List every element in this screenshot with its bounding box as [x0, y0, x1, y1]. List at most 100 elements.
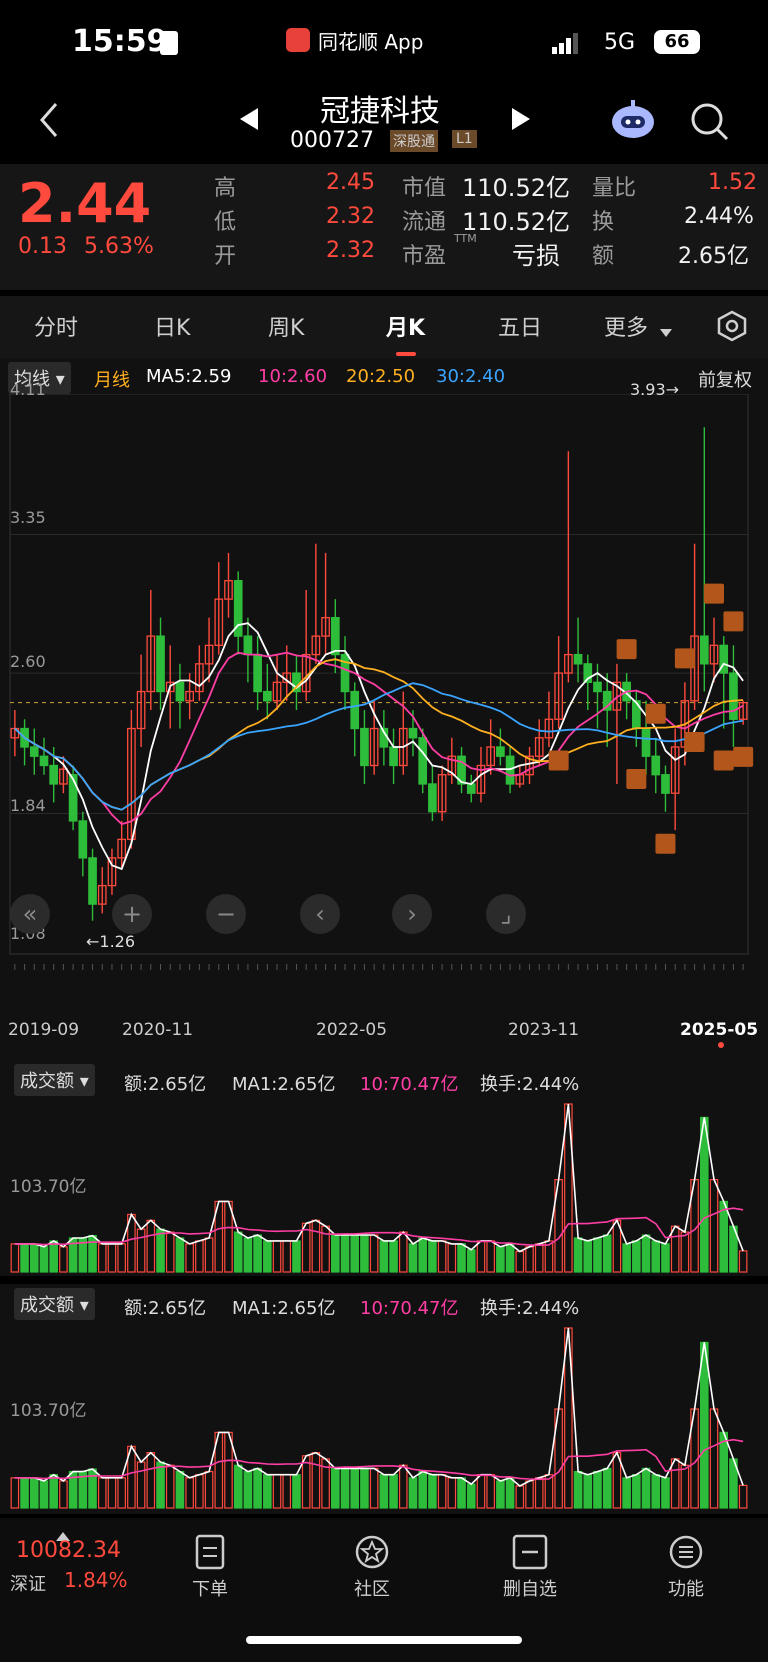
volume-bar: [680, 1231, 690, 1273]
prev-stock-arrow-icon[interactable]: [238, 106, 260, 136]
candle-body: [641, 727, 651, 757]
volume-bar: [738, 1484, 748, 1509]
clock: 15:59: [72, 24, 168, 59]
nav-remove-watchlist-label: 删自选: [503, 1579, 557, 1600]
tab-five-day[interactable]: 五日: [498, 310, 542, 342]
volume-bar: [263, 1474, 272, 1509]
volume-bar: [29, 1477, 39, 1509]
volume-bar: [331, 1234, 340, 1273]
candle-body: [156, 635, 165, 693]
next-stock-arrow-icon[interactable]: [510, 106, 532, 136]
volume-bar: [146, 1219, 156, 1273]
volume-indicator-selector[interactable]: 成交额 ▾: [14, 1288, 95, 1320]
tab-daily-k[interactable]: 日K: [154, 310, 190, 342]
home-indicator: [246, 1636, 522, 1644]
open-label: 开: [214, 244, 237, 269]
volume-bar: [360, 1234, 369, 1273]
pe-value: 亏损: [512, 242, 560, 270]
contact-card-icon: [160, 31, 178, 55]
search-icon[interactable]: [690, 102, 730, 146]
volume-bar: [573, 1470, 583, 1509]
volume-bar: [263, 1240, 272, 1273]
volume-bar: [340, 1234, 350, 1273]
nav-order[interactable]: 下单: [160, 1534, 260, 1601]
tab-monthly-k[interactable]: 月K: [386, 310, 425, 342]
status-bar: 15:59 同花顺 App 5G 66: [0, 0, 768, 80]
collapse-left-icon[interactable]: «: [10, 894, 50, 934]
nav-functions[interactable]: 功能: [636, 1534, 736, 1601]
volume-bar: [593, 1470, 602, 1509]
price-axis-label: 1.84: [10, 796, 46, 815]
settings-hexagon-icon[interactable]: [716, 310, 748, 346]
index-value[interactable]: 10082.34: [16, 1538, 121, 1563]
volume-bar: [476, 1474, 486, 1509]
current-date-dot: [718, 1042, 724, 1048]
volume-bar: [602, 1467, 612, 1509]
volume-bar: [700, 1116, 709, 1273]
volume-bar: [49, 1240, 58, 1273]
volume-bar: [447, 1477, 457, 1509]
volume-bar: [593, 1237, 602, 1273]
turnover-label: 换: [592, 210, 615, 235]
stock-name: 冠捷科技: [320, 94, 440, 129]
volume-bar: [389, 1240, 398, 1273]
candle-body: [39, 755, 49, 767]
volume-bar: [573, 1237, 583, 1273]
volume-selector-label: 成交额: [20, 1071, 74, 1092]
volume-ma10: 10:70.47亿: [360, 1074, 459, 1095]
volume-bar: [515, 1250, 525, 1273]
candle-body: [175, 681, 185, 702]
volume-bar: [156, 1461, 165, 1509]
trade-marker: [616, 639, 637, 660]
fullscreen-icon[interactable]: ⌟: [486, 894, 526, 934]
volume-bar: [233, 1464, 243, 1509]
volume-turnover: 换手:2.44%: [480, 1298, 580, 1319]
tab-weekly-k[interactable]: 周K: [268, 310, 304, 342]
scroll-left-icon[interactable]: ‹: [300, 894, 340, 934]
volume-bar: [457, 1243, 466, 1273]
volume-bar: [156, 1228, 165, 1273]
adjust-mode[interactable]: 前复权: [698, 366, 752, 392]
volume-bar: [680, 1464, 690, 1509]
volume-bar: [622, 1477, 631, 1509]
candle-body: [418, 737, 428, 785]
tab-more[interactable]: 更多: [604, 310, 648, 342]
volume-bar: [146, 1452, 156, 1509]
scroll-right-icon[interactable]: ›: [392, 894, 432, 934]
volume-bar: [49, 1474, 58, 1509]
ma20-value: 20:2.50: [346, 366, 416, 387]
candle-body: [593, 681, 602, 693]
volume-bar: [97, 1477, 107, 1509]
candle-body: [661, 774, 670, 794]
zoom-out-icon[interactable]: −: [206, 894, 246, 934]
volume-bar: [447, 1243, 457, 1273]
functions-menu-icon: [669, 1535, 703, 1569]
network-label: 5G: [604, 30, 636, 55]
volume-bar: [418, 1470, 427, 1509]
volume-bar: [29, 1243, 39, 1273]
max-price-annotation: 3.93→: [630, 380, 680, 399]
dropdown-caret-icon: [660, 322, 672, 341]
candle-body: [466, 783, 476, 794]
candle-body: [350, 690, 360, 730]
app-logo-icon: [286, 28, 310, 52]
amount-value: 2.65亿: [678, 244, 749, 269]
date-axis-label: 2020-11: [122, 1020, 194, 1040]
volume-bar: [136, 1228, 146, 1273]
robot-assistant-icon[interactable]: [610, 98, 656, 146]
tab-intraday[interactable]: 分时: [34, 310, 78, 342]
kline-chart-panel: 均线 ▾ 月线 MA5:2.59 10:2.60 20:2.50 30:2.40…: [0, 358, 768, 1060]
back-arrow-icon[interactable]: [36, 100, 62, 144]
nav-community[interactable]: 社区: [322, 1534, 422, 1601]
volume-bar: [583, 1474, 593, 1509]
volume-bar: [243, 1237, 253, 1273]
trade-marker: [626, 769, 647, 790]
vol-ratio-label: 量比: [592, 176, 637, 201]
candle-body: [29, 746, 39, 757]
volume-ma1-line: [14, 1327, 744, 1487]
zoom-in-icon[interactable]: +: [112, 894, 152, 934]
ma10-value: 10:2.60: [258, 366, 328, 387]
volume-bar: [496, 1480, 505, 1509]
nav-remove-watchlist[interactable]: 删自选: [480, 1534, 580, 1601]
volume-indicator-selector[interactable]: 成交额 ▾: [14, 1064, 95, 1096]
